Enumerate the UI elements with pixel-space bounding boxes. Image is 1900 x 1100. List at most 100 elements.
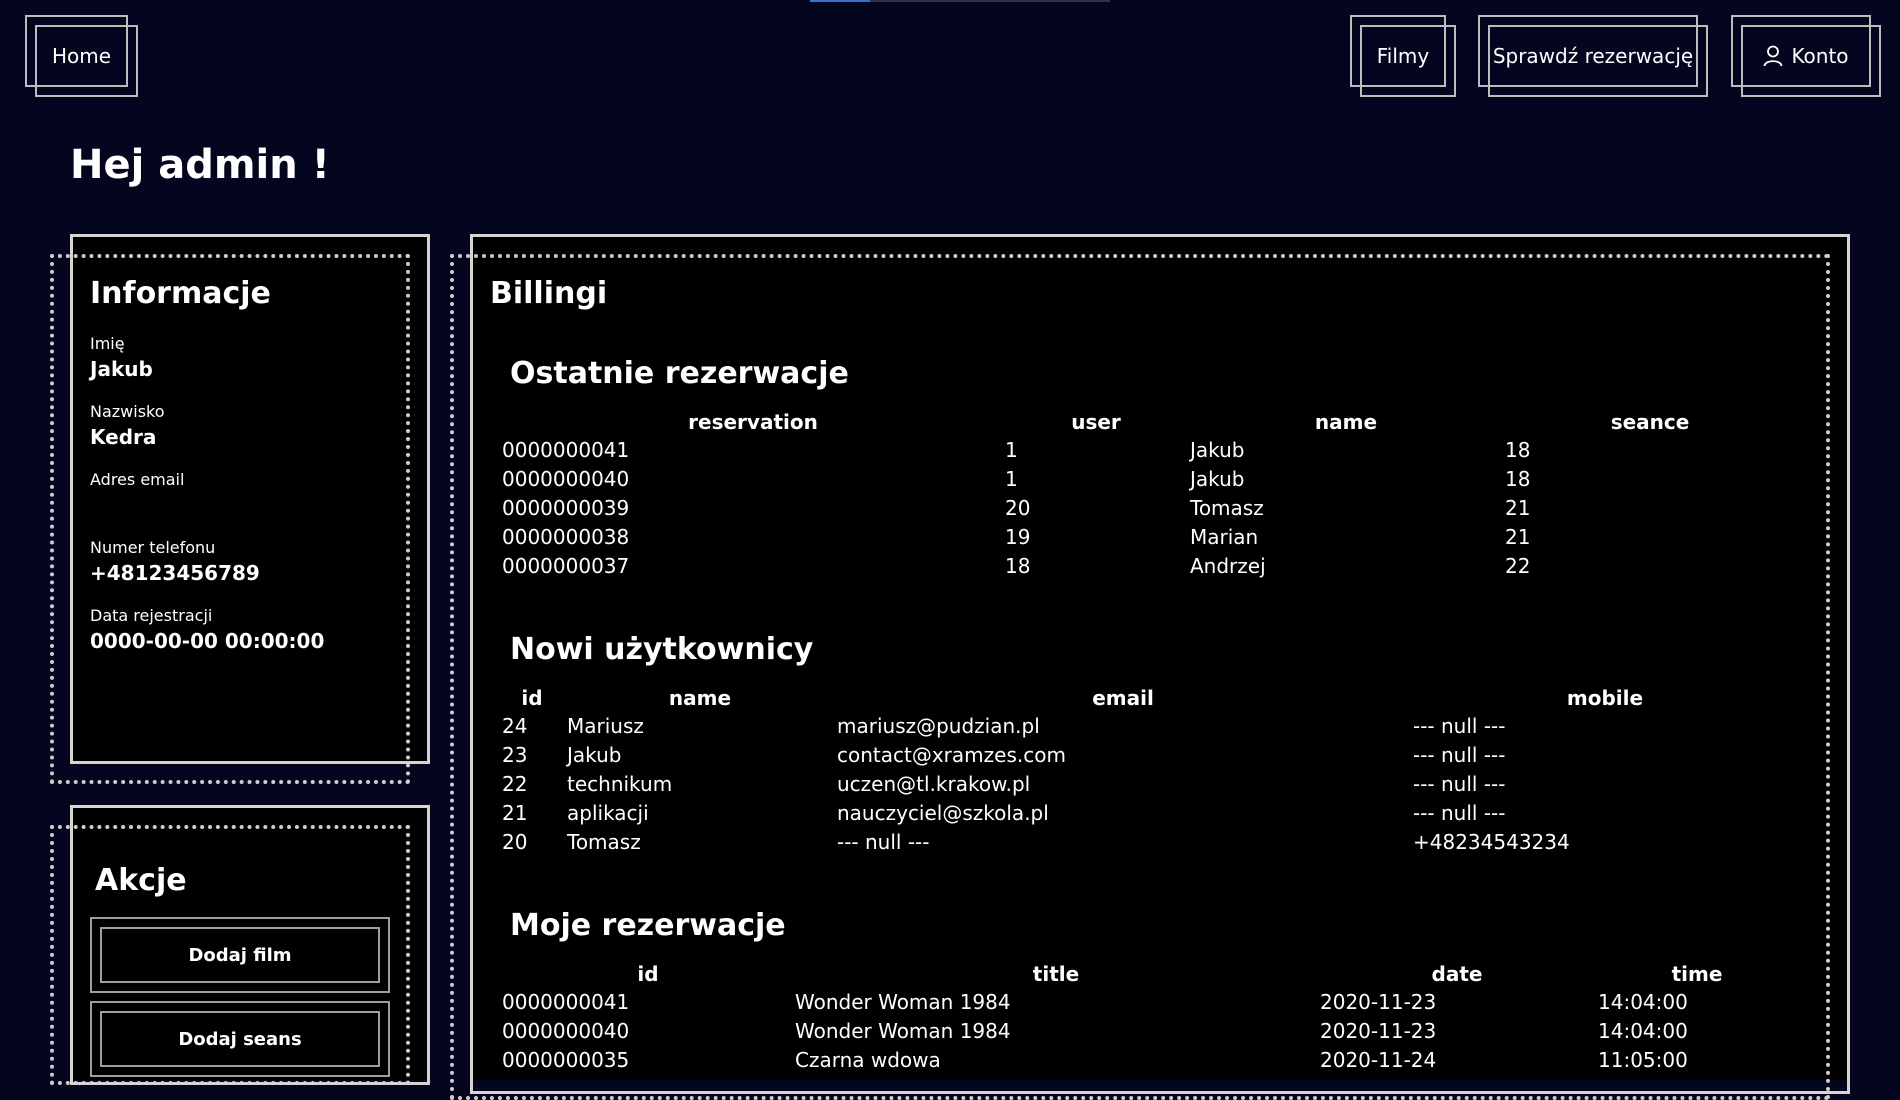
table-cell: 21 — [1505, 525, 1531, 549]
table-cell: aplikacji — [567, 801, 649, 825]
movies-button-label: Filmy — [1376, 44, 1430, 68]
info-registration-date: Data rejestracji 0000-00-00 00:00:00 — [90, 606, 324, 653]
table-cell: 18 — [1505, 467, 1531, 491]
table-cell: +48234543234 — [1413, 830, 1570, 854]
table-cell: nauczyciel@szkola.pl — [837, 801, 1049, 825]
column-header: seance — [1610, 410, 1690, 434]
account-button-label: Konto — [1791, 44, 1849, 68]
column-header: user — [1071, 410, 1121, 434]
table-row: 0000000041 1 Jakub 18 — [495, 438, 1825, 467]
table-row: 0000000040 Wonder Woman 1984 2020-11-23 … — [495, 1019, 1825, 1048]
column-header: mobile — [1566, 686, 1644, 710]
column-header: date — [1431, 962, 1483, 986]
table-cell: 0000000040 — [502, 467, 630, 491]
table-cell: Tomasz — [1190, 496, 1264, 520]
table-cell: 1 — [1005, 438, 1018, 462]
actions-panel: Akcje Dodaj film Dodaj seans — [50, 805, 430, 1085]
table-cell: 0000000041 — [502, 438, 630, 462]
column-header: time — [1671, 962, 1723, 986]
add-seance-button[interactable]: Dodaj seans — [90, 1001, 390, 1077]
my-reservations-table: id title date time 0000000041 Wonder Wom… — [495, 962, 1825, 1077]
table-cell: --- null --- — [1413, 743, 1506, 767]
check-reservation-button[interactable]: Sprawdź rezerwację — [1478, 15, 1708, 97]
table-cell: 0000000040 — [502, 1019, 630, 1043]
my-reservations-title: Moje rezerwacje — [510, 908, 786, 943]
table-cell: mariusz@pudzian.pl — [837, 714, 1040, 738]
info-panel: Informacje Imię Jakub Nazwisko Kedra Adr… — [50, 234, 430, 784]
phone-label: Numer telefonu — [90, 538, 216, 557]
table-cell: 22 — [502, 772, 528, 796]
table-cell: 24 — [502, 714, 528, 738]
home-button-label: Home — [51, 44, 112, 68]
table-cell: 0000000038 — [502, 525, 630, 549]
table-cell: 20 — [502, 830, 528, 854]
recent-reservations-title: Ostatnie rezerwacje — [510, 356, 849, 391]
table-cell: --- null --- — [1413, 714, 1506, 738]
add-movie-button-label: Dodaj film — [188, 944, 292, 966]
movies-button[interactable]: Filmy — [1350, 15, 1456, 97]
table-cell: 23 — [502, 743, 528, 767]
column-header: id — [637, 962, 659, 986]
registration-date-value: 0000-00-00 00:00:00 — [90, 629, 325, 653]
first-name-value: Jakub — [90, 357, 153, 381]
column-header: title — [1032, 962, 1080, 986]
info-panel-title: Informacje — [90, 276, 271, 311]
table-cell: 18 — [1005, 554, 1031, 578]
info-panel-frame — [70, 234, 430, 764]
table-cell: 0000000041 — [502, 990, 630, 1014]
table-row: 0000000041 Wonder Woman 1984 2020-11-23 … — [495, 990, 1825, 1019]
table-cell: Jakub — [1190, 438, 1245, 462]
page-title: Hej admin ! — [70, 142, 330, 188]
table-cell: 21 — [502, 801, 528, 825]
column-header: email — [1092, 686, 1154, 710]
table-cell: uczen@tl.krakow.pl — [837, 772, 1031, 796]
table-cell: 18 — [1505, 438, 1531, 462]
account-button[interactable]: Konto — [1731, 15, 1881, 97]
column-header: reservation — [688, 410, 818, 434]
table-cell: Czarna wdowa — [795, 1048, 941, 1072]
table-cell: Tomasz — [567, 830, 641, 854]
table-cell: 0000000035 — [502, 1048, 630, 1072]
user-icon — [1763, 45, 1783, 67]
table-cell: 11:05:00 — [1598, 1048, 1688, 1072]
table-row: 20 Tomasz --- null --- +48234543234 — [495, 830, 1825, 859]
table-row: 24 Mariusz mariusz@pudzian.pl --- null -… — [495, 714, 1825, 743]
phone-value: +48123456789 — [90, 561, 260, 585]
table-cell: --- null --- — [837, 830, 930, 854]
column-header: name — [668, 686, 732, 710]
table-cell: Jakub — [1190, 467, 1245, 491]
table-header-row: id title date time — [495, 962, 1825, 990]
table-row: 0000000038 19 Marian 21 — [495, 525, 1825, 554]
table-cell: 22 — [1505, 554, 1531, 578]
table-cell: 19 — [1005, 525, 1031, 549]
table-cell: 0000000037 — [502, 554, 630, 578]
email-label: Adres email — [90, 470, 185, 489]
table-cell: 2020-11-23 — [1320, 990, 1437, 1014]
table-cell: --- null --- — [1413, 772, 1506, 796]
last-name-label: Nazwisko — [90, 402, 165, 421]
add-movie-button[interactable]: Dodaj film — [90, 917, 390, 993]
home-button[interactable]: Home — [25, 15, 138, 97]
recent-reservations-table: reservation user name seance 0000000041 … — [495, 410, 1825, 583]
table-cell: 21 — [1505, 496, 1531, 520]
actions-panel-title: Akcje — [95, 863, 187, 898]
table-cell: 14:04:00 — [1598, 1019, 1688, 1043]
table-cell: Mariusz — [567, 714, 644, 738]
table-cell: Jakub — [567, 743, 622, 767]
table-cell: Wonder Woman 1984 — [795, 990, 1011, 1014]
table-cell: 2020-11-24 — [1320, 1048, 1437, 1072]
table-cell: 2020-11-23 — [1320, 1019, 1437, 1043]
new-users-table: id name email mobile 24 Mariusz mariusz@… — [495, 686, 1825, 859]
registration-date-label: Data rejestracji — [90, 606, 213, 625]
table-row: 0000000037 18 Andrzej 22 — [495, 554, 1825, 583]
table-cell: 0000000039 — [502, 496, 630, 520]
table-cell: 1 — [1005, 467, 1018, 491]
table-header-row: id name email mobile — [495, 686, 1825, 714]
info-first-name: Imię Jakub — [90, 334, 153, 381]
table-cell: Wonder Woman 1984 — [795, 1019, 1011, 1043]
top-progress-segment — [810, 0, 870, 2]
table-row: 0000000039 20 Tomasz 21 — [495, 496, 1825, 525]
table-cell: 14:04:00 — [1598, 990, 1688, 1014]
table-cell: Marian — [1190, 525, 1259, 549]
new-users-title: Nowi użytkownicy — [510, 632, 814, 667]
